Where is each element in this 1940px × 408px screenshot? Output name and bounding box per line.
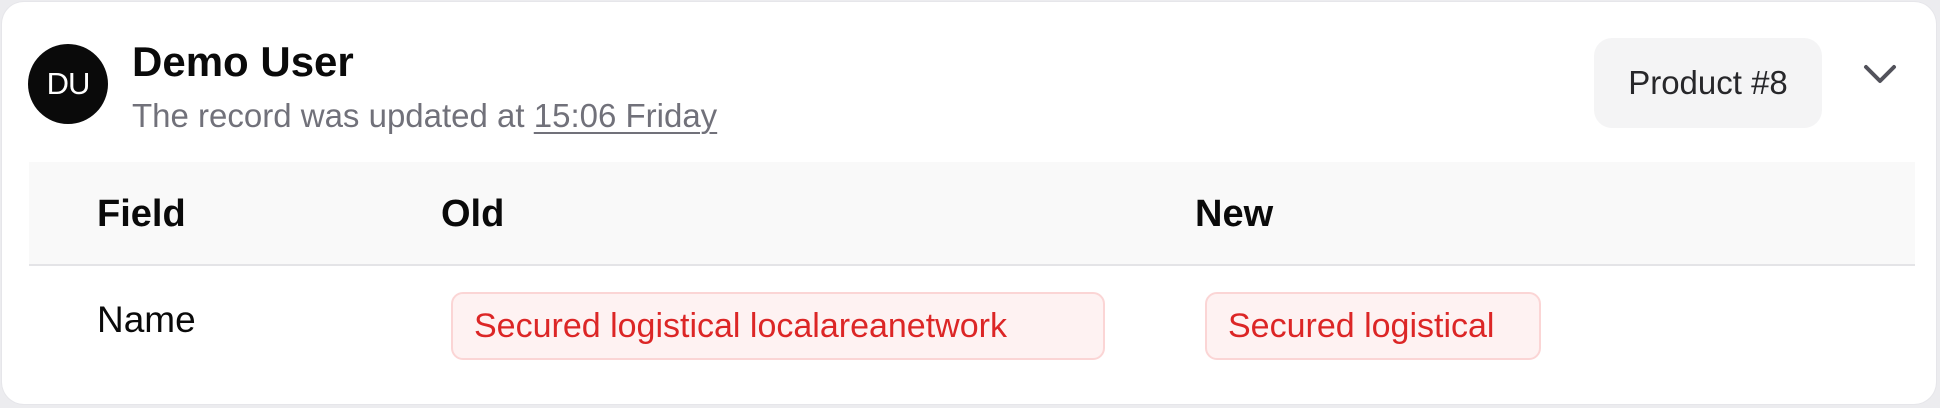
avatar: DU <box>28 44 108 124</box>
column-header-new: New <box>1195 193 1274 235</box>
update-timestamp[interactable]: 15:06 Friday <box>534 97 717 134</box>
field-name-cell: Name <box>97 299 196 340</box>
product-badge-label: Product #8 <box>1628 64 1788 101</box>
column-header-old: Old <box>441 193 505 235</box>
column-header-field: Field <box>97 193 186 235</box>
avatar-initials: DU <box>46 66 91 101</box>
product-badge[interactable]: Product #8 <box>1594 38 1822 128</box>
changes-table-header: Field Old New <box>29 162 1915 266</box>
table-row: Name Secured logistical localareanetwork… <box>29 266 1915 386</box>
expand-toggle-button[interactable] <box>1856 50 1904 98</box>
update-prefix: The record was updated at <box>132 97 534 134</box>
chevron-down-icon <box>1864 65 1896 83</box>
new-value-chip: Secured logistical <box>1205 292 1541 360</box>
old-value-chip: Secured logistical localareanetwork <box>451 292 1105 360</box>
old-value-text: Secured logistical localareanetwork <box>474 306 1007 345</box>
user-name: Demo User <box>132 38 354 85</box>
update-description: The record was updated at 15:06 Friday <box>132 96 717 136</box>
audit-log-card: DU Demo User The record was updated at 1… <box>2 2 1936 404</box>
new-value-text: Secured logistical <box>1228 306 1495 345</box>
